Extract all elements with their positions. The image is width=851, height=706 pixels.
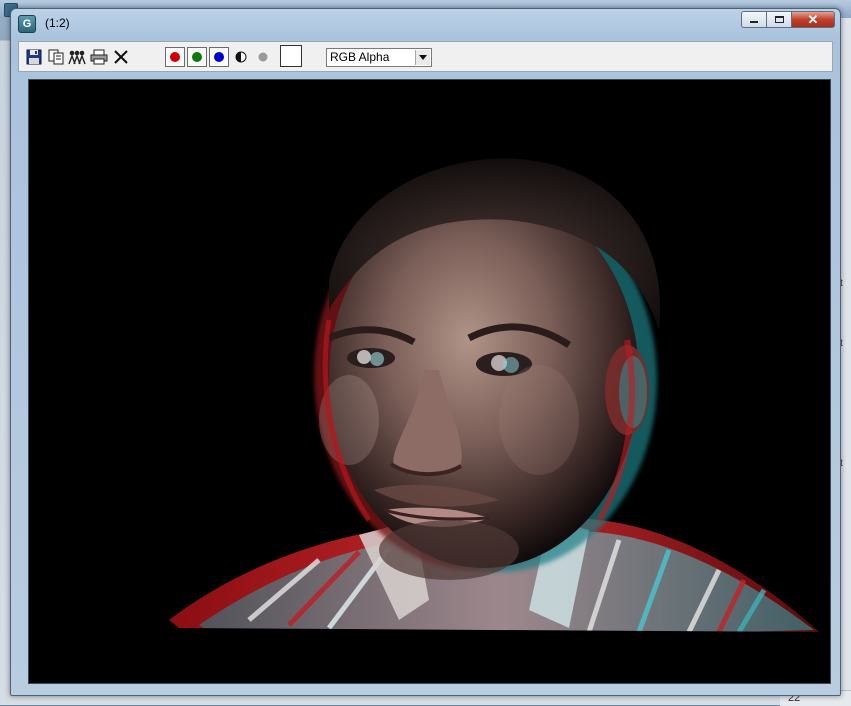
close-button[interactable]: ✕: [791, 11, 835, 28]
channel-select-value: RGB Alpha: [330, 50, 390, 64]
blue-dot-icon: [214, 52, 224, 62]
background-color-swatch[interactable]: [280, 45, 302, 67]
red-dot-icon: [170, 52, 180, 62]
render-toolbar: RGB Alpha: [18, 41, 833, 72]
rendered-frame-window[interactable]: G (1:2) ✕ RGB Alpha: [10, 8, 841, 696]
monochrome-icon[interactable]: [232, 48, 250, 66]
maximize-button[interactable]: [766, 11, 791, 28]
anaglyph-render-image: [29, 158, 830, 683]
window-title: (1:2): [45, 16, 70, 30]
window-title-bar[interactable]: G (1:2) ✕: [11, 9, 840, 35]
maximize-icon: [774, 16, 784, 23]
app-icon[interactable]: G: [18, 15, 36, 33]
minimize-icon: [750, 21, 758, 23]
close-icon: ✕: [807, 11, 819, 27]
render-viewport: [28, 79, 831, 684]
copy-icon[interactable]: [47, 48, 65, 66]
red-channel-toggle[interactable]: [165, 47, 185, 67]
green-dot-icon: [192, 52, 202, 62]
blue-channel-toggle[interactable]: [209, 47, 229, 67]
chevron-down-icon[interactable]: [415, 50, 430, 65]
alpha-icon[interactable]: [254, 48, 272, 66]
save-icon[interactable]: [25, 48, 43, 66]
caption-buttons: ✕: [741, 11, 835, 29]
print-icon[interactable]: [90, 48, 108, 66]
clone-icon[interactable]: [68, 48, 86, 66]
clear-icon[interactable]: [112, 48, 130, 66]
minimize-button[interactable]: [741, 11, 766, 28]
green-channel-toggle[interactable]: [187, 47, 207, 67]
channel-display-select[interactable]: RGB Alpha: [326, 48, 432, 67]
